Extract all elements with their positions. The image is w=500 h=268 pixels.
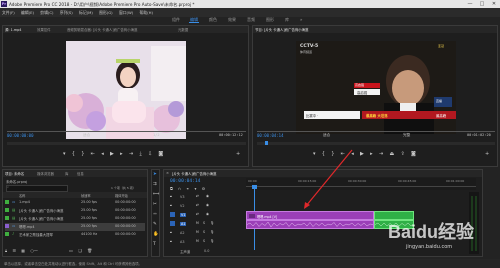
status-text: 单击以选择，或者单击空白处并拖动以进行框选。使用 Shift、Alt 和 Ctr… [4, 262, 142, 266]
baidu-watermark: Baidu经验 jingyan.baidu.com [388, 218, 478, 258]
status-bar: 单击以选择，或者单击空白处并拖动以进行框选。使用 Shift、Alt 和 Ctr… [0, 259, 500, 268]
watermark-brand: Baidu经验 [388, 222, 475, 242]
watermark-url: jingyan.baidu.com [406, 244, 453, 250]
